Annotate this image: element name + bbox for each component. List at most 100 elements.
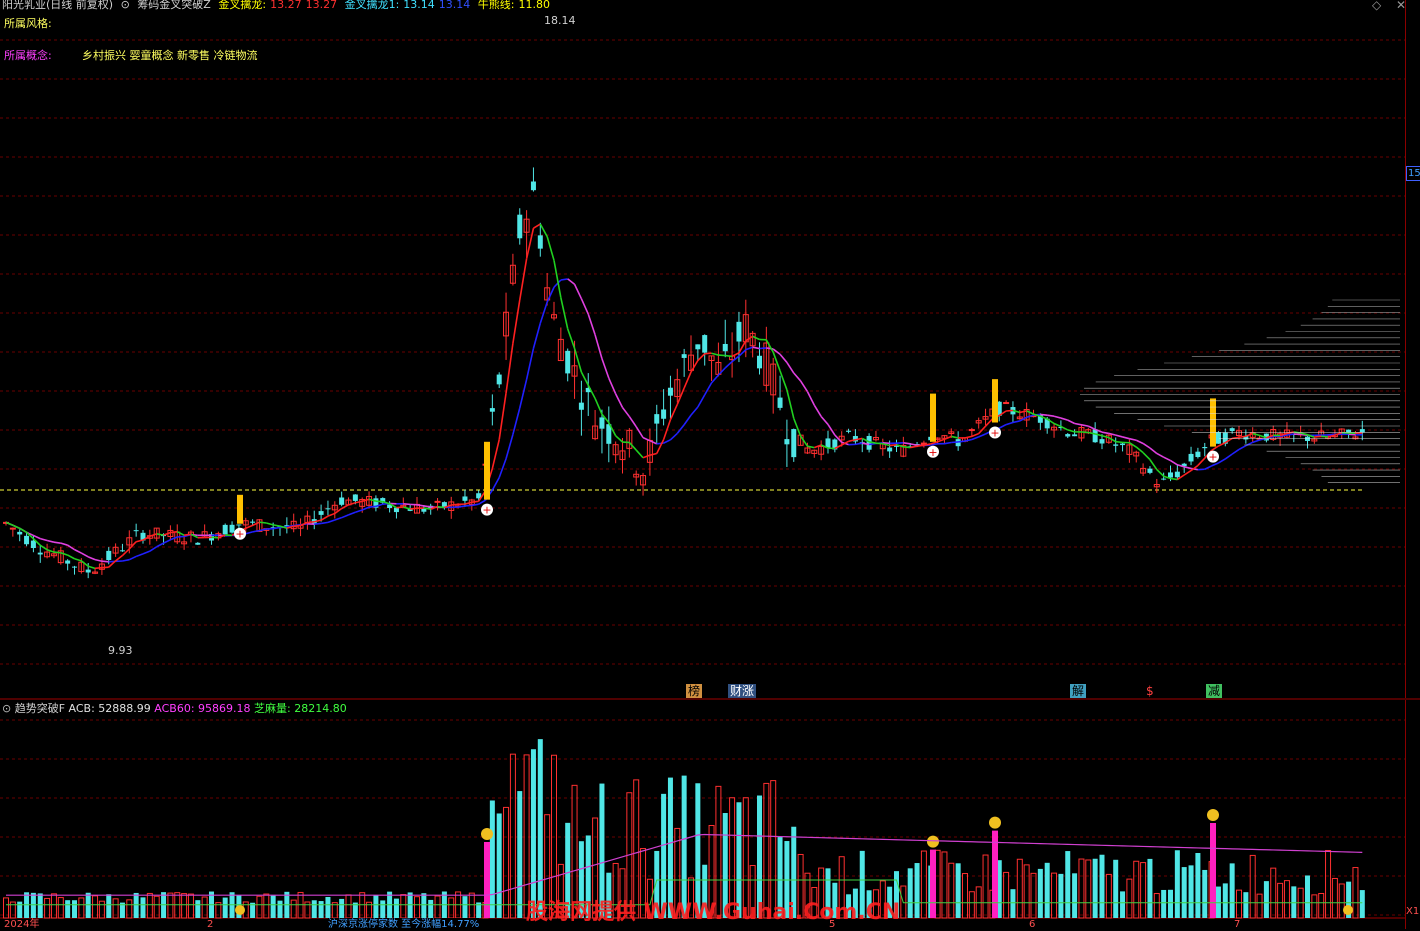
- lower-right-scale[interactable]: [1405, 700, 1420, 929]
- volume-bar-down: [1182, 867, 1187, 918]
- volume-bar-up: [168, 893, 173, 918]
- long-ma-line: [335, 518, 342, 520]
- candle-body-down: [134, 530, 139, 531]
- short-ma-line: [95, 568, 102, 569]
- buy-signal-icon: +: [1208, 451, 1217, 464]
- long-ma-line: [1239, 446, 1246, 450]
- chevron-down-icon[interactable]: ⊙: [121, 0, 130, 11]
- event-tag-bang[interactable]: 榜: [686, 684, 702, 698]
- volume-bar-down: [38, 893, 43, 918]
- restore-icon[interactable]: ◇: [1372, 0, 1381, 12]
- right-scale-marker: 15: [1406, 166, 1420, 181]
- short-ma-line: [629, 442, 636, 450]
- short-ma-line: [1246, 434, 1253, 437]
- candle-body-down: [353, 494, 358, 500]
- long-ma-line: [581, 299, 588, 314]
- long-ma-line: [1184, 467, 1191, 469]
- panel-menu-icon[interactable]: ⊙: [2, 702, 11, 715]
- volume-bar-down: [271, 896, 276, 918]
- candle-body-down: [325, 508, 330, 509]
- short-ma-line: [246, 525, 253, 528]
- long-ma-line: [1116, 435, 1123, 437]
- volume-bar-down: [1230, 863, 1235, 918]
- volume-bar-down: [195, 900, 200, 918]
- short-ma-line: [136, 540, 143, 542]
- short-ma-line: [670, 404, 677, 419]
- candle-body-down: [106, 551, 111, 560]
- long-ma-line: [506, 434, 513, 458]
- volume-bar-down: [517, 791, 522, 918]
- short-ma-line: [150, 534, 157, 536]
- candle-body-down: [24, 536, 29, 544]
- volume-bar-down: [1058, 874, 1063, 918]
- status-text[interactable]: 沪深京涨停家数 至今涨幅14.77%: [328, 918, 479, 931]
- event-tag-dollar[interactable]: $: [1144, 684, 1156, 698]
- short-ma-line: [116, 556, 123, 561]
- event-tag-jian[interactable]: 减: [1206, 684, 1222, 698]
- buy-signal-icon: +: [928, 446, 937, 459]
- short-ma-line: [61, 553, 68, 555]
- event-tag-jie[interactable]: 解: [1070, 684, 1086, 698]
- long-ma-line: [458, 506, 465, 507]
- long-ma-line: [999, 425, 1006, 429]
- short-ma-line: [266, 523, 273, 525]
- short-ma-line: [1184, 471, 1191, 475]
- long-ma-line: [732, 356, 739, 361]
- axis-month-2: 2: [207, 918, 213, 931]
- volume-bar-down: [1223, 883, 1228, 918]
- long-ma-line: [95, 560, 102, 562]
- event-tag-caizhang[interactable]: 财涨: [728, 684, 756, 698]
- volume-bar-up: [1326, 850, 1331, 918]
- money-bag-icon: [927, 836, 939, 848]
- short-ma-line: [40, 545, 47, 549]
- volume-bar-up: [264, 894, 269, 918]
- long-ma-line: [1164, 457, 1171, 460]
- volume-bar-up: [510, 754, 515, 918]
- concept-label: 所属概念:: [4, 49, 52, 62]
- long-ma-line: [1143, 443, 1150, 448]
- candle-body-down: [1072, 434, 1077, 436]
- candle-body-up: [1004, 403, 1009, 404]
- volume-bar-up: [1250, 855, 1255, 918]
- long-ma-line: [753, 347, 760, 348]
- indicator-name[interactable]: 筹码金叉突破Z: [137, 0, 211, 11]
- volume-bar-down: [31, 893, 36, 918]
- price-chart[interactable]: +++++: [0, 0, 1420, 929]
- volume-bar-up: [1017, 859, 1022, 918]
- volume-bar-down: [915, 863, 920, 918]
- long-ma-line: [965, 439, 972, 441]
- short-ma-line: [20, 528, 27, 532]
- short-ma-line: [1081, 432, 1088, 433]
- long-ma-line: [575, 284, 582, 298]
- volume-bar-down: [1202, 870, 1207, 918]
- candle-body-down: [599, 417, 604, 428]
- candle-body-down: [230, 525, 235, 533]
- candle-body-down: [1113, 444, 1118, 445]
- long-ma-line: [75, 550, 82, 553]
- long-ma-line: [136, 554, 143, 557]
- long-ma-line: [643, 438, 650, 441]
- volume-bar-down: [408, 892, 413, 918]
- volume-bar-up: [942, 852, 947, 918]
- long-ma-line: [1150, 448, 1157, 453]
- candle-body-down: [236, 524, 241, 525]
- volume-bar-down: [1038, 869, 1043, 918]
- short-ma-line: [657, 440, 664, 454]
- candle-body-down: [668, 388, 673, 396]
- short-ma-line: [1054, 423, 1061, 426]
- breakout-bar: [237, 495, 243, 524]
- volume-bar-down: [278, 901, 283, 918]
- volume-bar-up: [1031, 873, 1036, 918]
- signal-volume-bar: [484, 842, 490, 918]
- series2-value2: 13.14: [439, 0, 471, 11]
- short-ma-line: [438, 507, 445, 508]
- volume-bar-down: [695, 783, 700, 918]
- right-price-scale[interactable]: [1405, 0, 1420, 698]
- volume-bar-up: [175, 893, 180, 918]
- short-ma-line: [903, 447, 910, 448]
- long-ma-line: [636, 427, 643, 438]
- lower-indicator-name[interactable]: 趋势突破F: [15, 702, 65, 715]
- long-ma-line: [616, 394, 623, 408]
- candle-body-down: [319, 511, 324, 515]
- short-ma-line: [554, 260, 561, 297]
